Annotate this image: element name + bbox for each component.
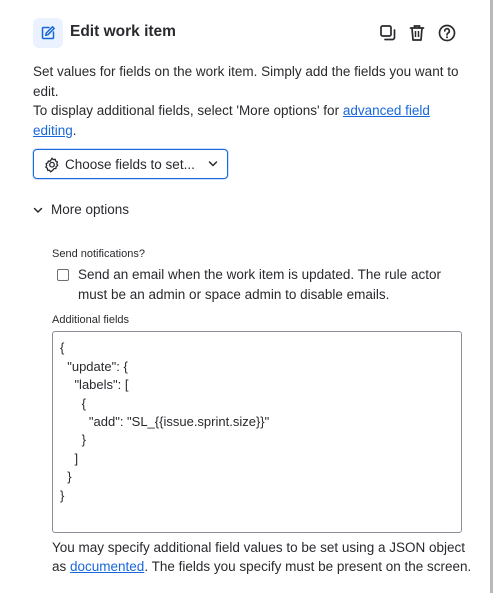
copy-icon[interactable] (378, 23, 398, 43)
chevron-down-icon (208, 161, 218, 167)
help-icon[interactable] (437, 23, 457, 43)
send-email-checkbox[interactable] (57, 269, 69, 281)
additional-fields-label: Additional fields (52, 314, 130, 326)
chevron-down-icon (33, 207, 43, 213)
send-email-checkbox-label: Send an email when the work item is upda… (78, 267, 441, 302)
json-line: "add": "SL_{{issue.sprint.size}}" (60, 414, 270, 429)
json-line: "update": { (60, 359, 128, 374)
trash-icon[interactable] (407, 23, 427, 43)
description: Set values for fields on the work item. … (33, 62, 465, 140)
choose-fields-label: Choose fields to set... (65, 157, 195, 172)
documented-link[interactable]: documented (70, 559, 144, 574)
json-line: } (60, 469, 72, 484)
json-line: } (60, 432, 87, 447)
more-options-label: More options (51, 202, 130, 217)
description-line-2-suffix: . (72, 122, 77, 138)
json-line: ] (60, 451, 79, 466)
gear-icon (45, 157, 59, 173)
edit-icon (33, 18, 63, 48)
send-notifications-label: Send notifications? (52, 248, 145, 260)
choose-fields-button[interactable]: Choose fields to set... (33, 149, 228, 179)
header: Edit work item (33, 18, 463, 48)
description-line-1: Set values for fields on the work item. … (33, 64, 459, 99)
help-text-suffix: . The fields you specify must be present… (144, 559, 472, 574)
description-line-2-prefix: To display additional fields, select 'Mo… (33, 103, 343, 118)
json-line: } (60, 488, 65, 503)
json-line: { (60, 396, 87, 411)
more-options-toggle[interactable]: More options (33, 202, 153, 220)
additional-fields-textarea[interactable]: { "update": { "labels": [ { "add": "SL_{… (52, 331, 462, 533)
additional-fields-help: You may specify additional field values … (52, 538, 472, 576)
json-line: "labels": [ (60, 377, 129, 392)
page-title: Edit work item (70, 23, 176, 40)
json-line: { (60, 340, 65, 355)
